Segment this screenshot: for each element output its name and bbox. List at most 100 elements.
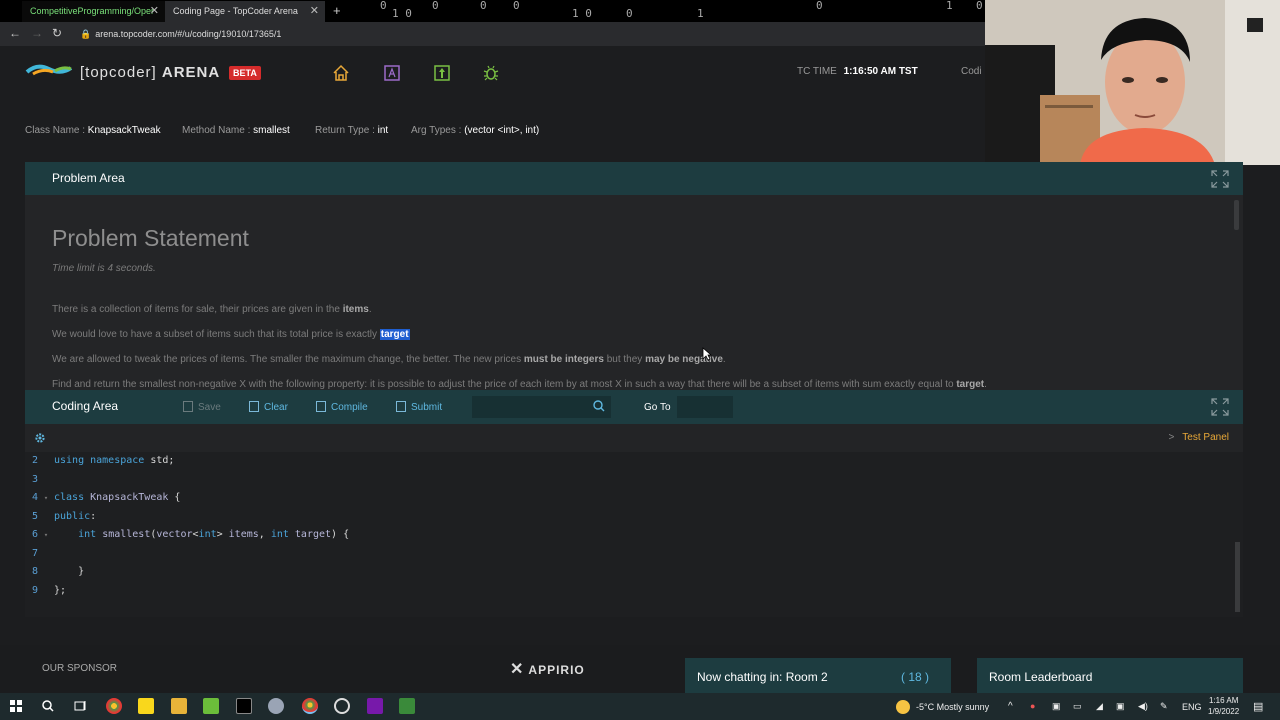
arg-types-label: Arg Types : [411, 125, 462, 136]
tray-icon[interactable]: ● [1030, 701, 1035, 711]
problem-text: We are allowed to tweak the prices of it… [52, 354, 524, 365]
close-icon[interactable]: ✕ [310, 1, 319, 22]
return-type-label: Return Type : [315, 125, 375, 136]
problem-text: . [984, 379, 987, 390]
beta-badge: BETA [229, 66, 261, 80]
clear-label: Clear [264, 402, 288, 413]
browser-tab-topcoder[interactable]: Coding Page - TopCoder Arena ✕ [165, 1, 325, 22]
search-icon[interactable] [40, 698, 56, 714]
app-icon[interactable] [268, 698, 284, 714]
terminal-icon[interactable] [236, 698, 252, 714]
task-view-icon[interactable] [72, 698, 88, 714]
tray-icon[interactable]: ▣ [1052, 701, 1061, 712]
coding-area-title: Coding Area [52, 399, 119, 413]
chat-room-tab[interactable]: Now chatting in: Room 2 ( 18 ) [685, 658, 951, 693]
notification-icon[interactable]: ▤ [1253, 700, 1263, 713]
problem-keyword: items [342, 304, 369, 315]
clock-date[interactable]: 1/9/2022 [1208, 707, 1239, 716]
problem-text: but they [603, 354, 646, 365]
app-icon[interactable] [399, 698, 415, 714]
code-token: }; [54, 584, 67, 596]
chevron-up-icon[interactable]: ^ [1008, 701, 1013, 712]
goto-input[interactable] [677, 396, 733, 418]
onenote-icon[interactable] [367, 698, 383, 714]
tray-icon[interactable]: ▭ [1073, 701, 1082, 712]
algorithm-icon[interactable] [383, 64, 401, 82]
code-line[interactable]: 2 using namespace std; [25, 452, 174, 470]
obs-icon[interactable] [334, 698, 350, 714]
clear-button[interactable]: Clear [249, 401, 288, 413]
code-line[interactable]: 6 ▾ int smallest(vector<int> items, int t… [25, 526, 349, 544]
sponsor-logo[interactable]: ✕ APPIRIO [510, 659, 585, 679]
problem-statement-panel[interactable]: Problem Statement Time limit is 4 second… [25, 195, 1243, 390]
volume-icon[interactable]: ◀) [1138, 701, 1148, 712]
file-explorer-icon[interactable] [171, 698, 187, 714]
clock-time[interactable]: 1:16 AM [1209, 696, 1238, 705]
reload-icon[interactable]: ↻ [52, 26, 62, 40]
sticky-notes-icon[interactable] [138, 698, 154, 714]
mouse-cursor-icon [702, 347, 712, 361]
room-leaderboard-tab[interactable]: Room Leaderboard [977, 658, 1243, 693]
problem-line-3: We are allowed to tweak the prices of it… [52, 354, 726, 365]
submit-button[interactable]: Submit [396, 401, 442, 413]
matrix-digit: 0 [432, 0, 439, 12]
language-indicator[interactable]: ENG [1182, 702, 1202, 712]
test-panel-button[interactable]: > Test Panel [1168, 432, 1229, 443]
code-line[interactable]: 4 ▾ class KnapsackTweak { [25, 489, 180, 507]
tray-icon[interactable]: ▣ [1116, 701, 1125, 712]
code-token: , [258, 529, 271, 540]
code-line[interactable]: 9}; [25, 582, 66, 600]
close-icon[interactable]: ✕ [150, 1, 159, 22]
matrix-digit: 0 [626, 7, 633, 20]
expand-icon[interactable] [1211, 398, 1229, 416]
line-number: 7 [31, 547, 38, 559]
code-editor[interactable]: 2 using namespace std; 3 4 ▾ class KnapsackTw… [25, 452, 1243, 617]
weather-text[interactable]: -5°C Mostly sunny [916, 702, 989, 712]
code-line[interactable]: 3 [25, 471, 54, 489]
save-button[interactable]: Save [183, 401, 221, 413]
code-line[interactable]: 5 public: [25, 508, 96, 526]
leaderboard-icon[interactable] [433, 64, 451, 82]
problem-text: Find and return the smallest non-negativ… [52, 379, 957, 390]
chrome-icon[interactable] [106, 698, 122, 714]
expand-icon[interactable] [1211, 170, 1229, 188]
chrome-active-icon[interactable] [302, 698, 318, 714]
fold-arrow-icon[interactable]: ▾ [38, 526, 54, 544]
webcam-image [985, 0, 1280, 165]
code-line[interactable]: 7 [25, 545, 54, 563]
new-tab-icon[interactable]: + [333, 3, 341, 18]
line-number: 5 [31, 510, 38, 522]
test-panel-label: Test Panel [1182, 432, 1229, 443]
matrix-digit: 1 0 [392, 7, 412, 20]
browser-tab-github[interactable]: CompetitiveProgramming/Oper ✕ [22, 1, 165, 22]
topcoder-logo-icon[interactable] [25, 63, 73, 77]
fold-arrow-icon[interactable]: ▾ [38, 489, 54, 507]
editor-app-icon[interactable] [203, 698, 219, 714]
weather-icon[interactable] [896, 700, 910, 714]
method-name-value: smallest [253, 125, 290, 136]
code-token: > [216, 529, 229, 540]
matrix-digit: 1 [946, 0, 953, 12]
network-icon[interactable]: ◢ [1096, 701, 1103, 712]
return-type-info: Return Type : int [315, 125, 388, 136]
url-field[interactable]: 🔒 arena.topcoder.com/#/u/coding/19010/173… [80, 29, 281, 40]
method-name-label: Method Name : [182, 125, 251, 136]
bug-icon[interactable] [482, 64, 500, 82]
code-line[interactable]: 8 } [25, 563, 84, 581]
forward-icon[interactable]: → [31, 26, 43, 40]
search-input[interactable] [472, 396, 611, 418]
scrollbar[interactable] [1234, 200, 1239, 230]
search-icon[interactable] [593, 400, 605, 412]
tc-time-value: 1:16:50 AM TST [843, 66, 918, 77]
code-token: using namespace [54, 455, 151, 466]
compile-button[interactable]: Compile [316, 401, 368, 413]
home-icon[interactable] [332, 64, 350, 82]
pen-icon[interactable]: ✎ [1160, 701, 1168, 712]
scrollbar[interactable] [1235, 542, 1240, 612]
code-token: std; [150, 455, 175, 466]
windows-start-icon[interactable] [8, 698, 24, 714]
goto-label: Go To [644, 402, 671, 413]
gear-icon[interactable] [34, 432, 46, 444]
back-icon[interactable]: ← [9, 26, 21, 40]
